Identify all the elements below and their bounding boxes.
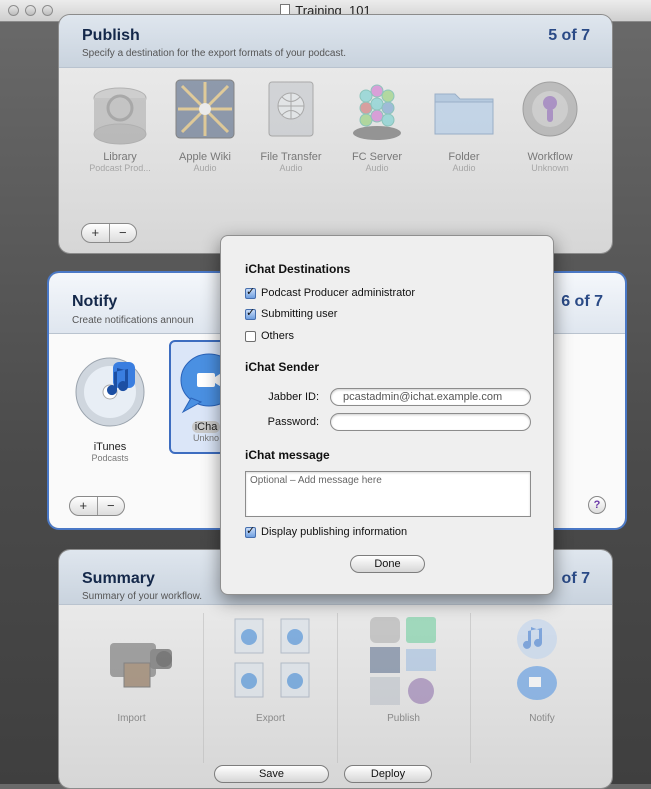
publish-add-button[interactable]: + <box>82 224 110 242</box>
jabber-id-label: Jabber ID: <box>268 391 319 403</box>
display-publishing-info-checkbox[interactable]: Display publishing information <box>245 524 408 538</box>
publish-header: Publish Specify a destination for the ex… <box>59 15 612 68</box>
file-transfer-icon <box>268 81 314 137</box>
publish-item-sub: Audio <box>193 163 217 173</box>
notify-summary-icon <box>517 619 557 700</box>
save-button[interactable]: Save <box>214 765 329 783</box>
publish-item-label: Apple Wiki <box>179 151 231 163</box>
summary-divider <box>337 613 338 763</box>
publish-item-apple-wiki[interactable]: Apple Wiki Audio <box>162 78 248 173</box>
destinations-heading: iChat Destinations <box>245 262 351 276</box>
publish-item-label: Workflow <box>527 151 573 163</box>
notify-item-label: iCha <box>191 421 221 433</box>
publish-item-sub: Podcast Prod... <box>89 163 151 173</box>
publish-body: Library Podcast Prod... Apple Wiki Audio… <box>59 68 612 253</box>
destination-submitting-user-checkbox[interactable]: Submitting user <box>245 306 338 320</box>
summary-body: Import Export Publish Notify Save Deploy <box>59 605 612 788</box>
publish-item-sub: Audio <box>365 163 389 173</box>
notify-subtitle: Create notifications announ <box>72 315 194 326</box>
checkbox-label: Podcast Producer administrator <box>261 287 416 299</box>
notify-item-sub: Podcasts <box>91 453 129 463</box>
notify-add-button[interactable]: + <box>70 497 98 515</box>
publish-item-library[interactable]: Library Podcast Prod... <box>77 78 163 173</box>
publish-item-file-transfer[interactable]: File Transfer Audio <box>248 78 334 173</box>
destination-admin-checkbox[interactable]: Podcast Producer administrator <box>245 285 416 299</box>
publish-item-sub: Unknown <box>531 163 569 173</box>
sender-heading: iChat Sender <box>245 360 320 374</box>
publish-remove-button[interactable]: − <box>110 224 137 242</box>
publish-item-fc-server[interactable]: FC Server Audio <box>334 78 420 173</box>
publish-subtitle: Specify a destination for the export for… <box>82 48 347 59</box>
checkbox-label: Others <box>261 330 295 342</box>
notify-step: 6 of 7 <box>561 293 603 310</box>
summary-divider <box>470 613 471 763</box>
notify-item-label: iTunes <box>93 441 127 453</box>
summary-title: Summary <box>82 570 155 587</box>
fc-server-icon <box>353 84 401 140</box>
message-placeholder: Optional – Add message here <box>250 475 382 486</box>
folder-icon <box>434 93 494 135</box>
publish-title: Publish <box>82 27 140 44</box>
publish-panel: Publish Specify a destination for the ex… <box>58 14 613 254</box>
publish-destinations-icon <box>370 617 436 705</box>
workflow-icon <box>522 81 578 137</box>
message-heading: iChat message <box>245 448 330 462</box>
library-icon <box>93 87 147 145</box>
notify-remove-button[interactable]: − <box>98 497 125 515</box>
deploy-button[interactable]: Deploy <box>344 765 432 783</box>
checkbox-box[interactable] <box>245 524 256 538</box>
publish-item-folder[interactable]: Folder Audio <box>421 78 507 173</box>
publish-item-label: Folder <box>448 151 480 163</box>
notify-title: Notify <box>72 293 118 310</box>
notify-item-itunes[interactable]: iTunes Podcasts <box>65 352 155 463</box>
help-button[interactable]: ? <box>588 496 606 514</box>
checkbox-box[interactable] <box>245 306 256 320</box>
password-label: Password: <box>267 416 319 428</box>
summary-col-publish: Publish <box>387 713 420 724</box>
summary-step: of 7 <box>561 570 590 587</box>
camcorder-icon <box>110 643 172 688</box>
summary-col-notify: Notify <box>529 713 555 724</box>
summary-col-export: Export <box>256 713 285 724</box>
export-files-icon <box>234 618 310 698</box>
publish-item-label: FC Server <box>351 151 403 163</box>
publish-item-label: File Transfer <box>260 151 322 163</box>
destination-others-checkbox[interactable]: Others <box>245 330 294 342</box>
notify-add-remove[interactable]: + − <box>69 496 125 516</box>
ichat-message-textarea[interactable]: Optional – Add message here <box>245 471 531 517</box>
ichat-settings-dialog: iChat Destinations Podcast Producer admi… <box>220 235 554 595</box>
checkbox-box[interactable] <box>245 285 256 299</box>
summary-divider <box>203 613 204 763</box>
publish-item-label: Library <box>103 151 137 163</box>
jabber-id-input[interactable]: pcastadmin@ichat.example.com <box>330 388 531 406</box>
publish-item-sub: Audio <box>279 163 303 173</box>
checkbox-label: Submitting user <box>261 308 338 320</box>
checkbox-box[interactable] <box>245 330 256 342</box>
publish-step: 5 of 7 <box>548 27 590 44</box>
itunes-icon <box>75 357 145 427</box>
checkbox-label: Display publishing information <box>261 526 408 538</box>
done-button[interactable]: Done <box>350 555 425 573</box>
summary-col-import: Import <box>117 713 146 724</box>
publish-add-remove[interactable]: + − <box>81 223 137 243</box>
summary-subtitle: Summary of your workflow. <box>82 591 203 602</box>
publish-item-sub: Audio <box>452 163 476 173</box>
password-input[interactable] <box>330 413 531 431</box>
publish-item-workflow[interactable]: Workflow Unknown <box>507 78 593 173</box>
wiki-icon <box>175 79 235 139</box>
